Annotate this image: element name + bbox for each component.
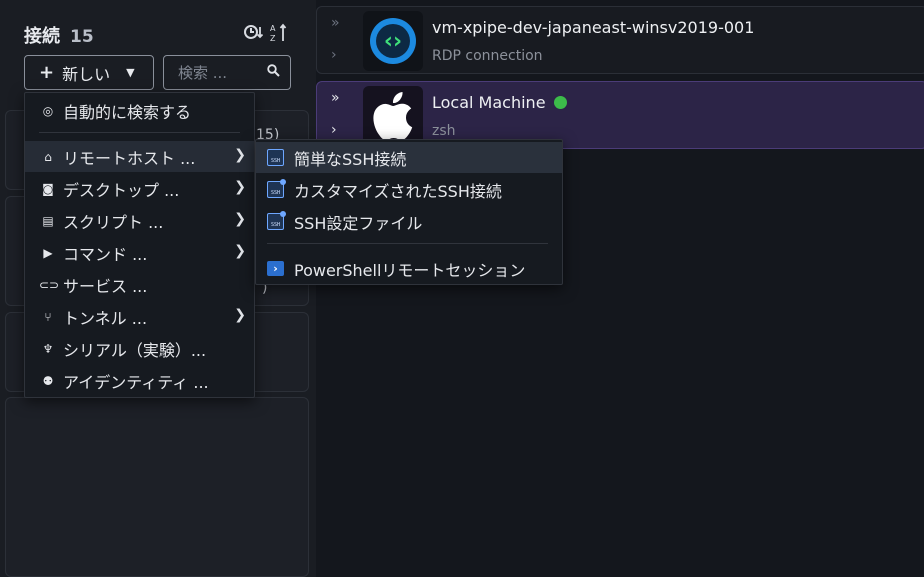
connection-subtitle: zsh	[432, 123, 456, 139]
chevron-right-icon: ❯	[234, 307, 246, 323]
rdp-icon: ‹›	[363, 11, 423, 71]
menu-item-service[interactable]: ⊂⊃ サービス ...	[25, 269, 254, 300]
submenu-item-ssh-config[interactable]: SSH SSH設定ファイル	[256, 206, 562, 237]
submenu-divider	[267, 243, 548, 244]
serial-icon: ♆	[42, 341, 54, 356]
menu-item-auto-search[interactable]: ◎ 自動的に検索する	[25, 95, 254, 126]
menu-item-identity[interactable]: ⚉ アイデンティティ ...	[25, 365, 254, 396]
connection-subtitle: RDP connection	[432, 48, 543, 64]
sidebar-header: 接続 15	[24, 22, 94, 48]
search-input[interactable]: 検索 ...	[163, 55, 291, 90]
caret-down-icon: ▼	[126, 66, 135, 79]
chevron-right-icon[interactable]: ›	[331, 122, 337, 138]
connection-count: 15	[70, 27, 94, 47]
menu-item-tunnel[interactable]: ⑂ トンネル ... ❯	[25, 301, 254, 332]
menu-item-command[interactable]: ▶ コマンド ... ❯	[25, 237, 254, 268]
ssh-icon: SSH	[267, 211, 286, 230]
auto-search-icon: ◎	[42, 103, 54, 118]
new-button-label: 新しい	[62, 64, 111, 84]
new-connection-button[interactable]: + 新しい ▼	[24, 55, 154, 90]
expand-icon[interactable]: »	[331, 90, 340, 106]
status-online-icon	[553, 96, 567, 109]
script-icon: ▤	[42, 213, 54, 228]
new-connection-menu: ◎ 自動的に検索する ⌂ リモートホスト ... ❯ ◙ デスクトップ ... …	[24, 92, 255, 398]
svg-text:Z: Z	[270, 34, 276, 43]
link-icon: ⊂⊃	[39, 277, 60, 292]
submenu-item-custom-ssh[interactable]: SSH カスタマイズされたSSH接続	[256, 174, 562, 205]
remote-host-submenu: SSH 簡単なSSH接続 SSH カスタマイズされたSSH接続 SSH SSH設…	[255, 139, 563, 285]
connection-name: Local Machine	[432, 93, 567, 112]
sort-alpha-icon[interactable]: AZ	[268, 22, 290, 44]
svg-text:A: A	[270, 24, 276, 33]
submenu-item-simple-ssh[interactable]: SSH 簡単なSSH接続	[256, 142, 562, 173]
ssh-icon: SSH	[267, 179, 286, 198]
sort-time-icon[interactable]	[242, 22, 264, 44]
connection-card-rdp[interactable]: » › ‹› vm-xpipe-dev-japaneast-winsv2019-…	[316, 6, 924, 74]
chevron-right-icon: ❯	[234, 243, 246, 259]
menu-item-desktop[interactable]: ◙ デスクトップ ... ❯	[25, 173, 254, 204]
search-icon	[267, 64, 280, 81]
category-card	[5, 397, 309, 577]
plus-icon: +	[39, 62, 55, 83]
terminal-icon: ▶	[43, 245, 53, 260]
tunnel-icon: ⑂	[44, 309, 52, 324]
menu-divider	[39, 132, 240, 133]
menu-item-serial[interactable]: ♆ シリアル（実験）...	[25, 333, 254, 364]
camera-icon: ◙	[42, 181, 54, 196]
connection-name: vm-xpipe-dev-japaneast-winsv2019-001	[432, 18, 755, 37]
chevron-right-icon: ❯	[234, 179, 246, 195]
chevron-right-icon: ❯	[234, 211, 246, 227]
menu-item-remote-host[interactable]: ⌂ リモートホスト ... ❯	[25, 141, 254, 172]
powershell-icon: ›	[267, 261, 284, 276]
menu-item-script[interactable]: ▤ スクリプト ... ❯	[25, 205, 254, 236]
chevron-right-icon[interactable]: ›	[331, 47, 337, 63]
submenu-item-powershell[interactable]: › PowerShellリモートセッション	[256, 253, 562, 284]
chevron-right-icon: ❯	[234, 147, 246, 163]
apple-icon	[363, 86, 423, 146]
expand-icon[interactable]: »	[331, 15, 340, 31]
identity-icon: ⚉	[42, 373, 54, 388]
sidebar-title: 接続	[24, 26, 60, 47]
search-placeholder: 検索 ...	[178, 64, 228, 82]
ssh-icon: SSH	[267, 149, 284, 166]
home-icon: ⌂	[44, 149, 52, 164]
